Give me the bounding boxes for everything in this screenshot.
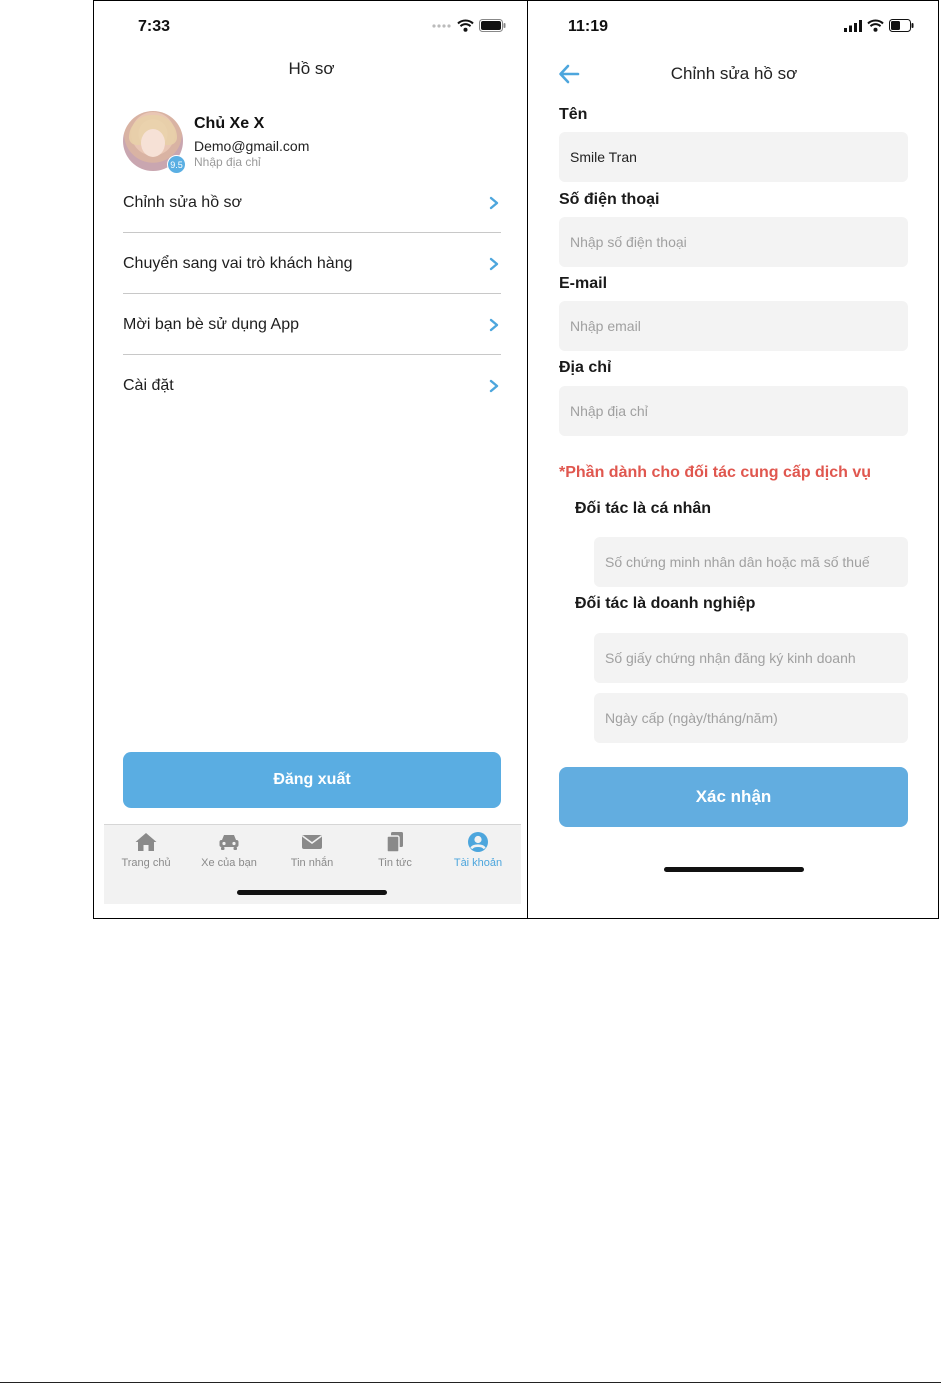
account-icon: [468, 832, 488, 852]
tab-your-car[interactable]: Xe của bạn: [189, 831, 269, 869]
id-number-field[interactable]: [594, 537, 908, 587]
chevron-right-icon: [489, 318, 499, 332]
menu-switch-role[interactable]: Chuyển sang vai trò khách hàng: [123, 239, 501, 289]
status-icons: [432, 19, 506, 32]
phone-field[interactable]: [559, 217, 908, 267]
documents-icon: [386, 832, 403, 853]
menu-settings[interactable]: Cài đặt: [123, 361, 501, 411]
status-bar: 7:33: [94, 1, 527, 51]
tab-label: Xe của bạn: [201, 857, 257, 869]
tab-label: Trang chủ: [121, 857, 171, 869]
profile-email: Demo@gmail.com: [194, 138, 310, 154]
menu-item-label: Chỉnh sửa hồ sơ: [123, 194, 243, 211]
rating-badge: 9.5: [167, 155, 186, 174]
profile-address: Nhập địa chỉ: [194, 155, 261, 169]
divider: [123, 354, 501, 355]
home-indicator: [664, 867, 804, 872]
status-icons: [844, 19, 914, 32]
logout-button[interactable]: Đăng xuất: [123, 752, 501, 808]
menu-invite-friends[interactable]: Mời bạn bè sử dụng App: [123, 300, 501, 350]
status-time: 11:19: [568, 18, 609, 35]
signal-icon: [844, 19, 862, 32]
car-icon: [219, 835, 239, 850]
confirm-button[interactable]: Xác nhận: [559, 767, 908, 827]
battery-icon: [889, 19, 914, 32]
tab-news[interactable]: Tin tức: [355, 831, 435, 869]
partner-section-note: *Phần dành cho đối tác cung cấp dịch vụ: [559, 464, 872, 481]
home-indicator: [237, 890, 387, 895]
status-bar: 11:19: [528, 1, 938, 51]
tab-label: Tin tức: [378, 857, 412, 869]
page-title: Hồ sơ: [288, 59, 335, 78]
tab-label: Tài khoản: [453, 857, 503, 869]
phone-label: Số điện thoại: [559, 191, 660, 208]
signal-icon: [432, 23, 451, 28]
business-partner-label: Đối tác là doanh nghiệp: [575, 595, 756, 612]
profile-name: Chủ Xe X: [194, 115, 265, 132]
page-divider: [0, 1382, 941, 1383]
menu-edit-profile[interactable]: Chỉnh sửa hồ sơ: [123, 178, 501, 228]
chevron-right-icon: [489, 379, 499, 393]
mail-icon: [302, 835, 322, 849]
menu-item-label: Chuyển sang vai trò khách hàng: [123, 255, 353, 272]
tab-bar: Trang chủ Xe của bạn Tin nhắn Tin tức Tà…: [104, 824, 521, 904]
issue-date-field[interactable]: [594, 693, 908, 743]
tab-label: Tin nhắn: [290, 857, 334, 869]
menu-item-label: Cài đặt: [123, 377, 174, 394]
chevron-right-icon: [489, 257, 499, 271]
wifi-icon: [457, 19, 474, 32]
menu-item-label: Mời bạn bè sử dụng App: [123, 316, 299, 333]
address-field[interactable]: [559, 386, 908, 436]
divider: [123, 293, 501, 294]
home-icon: [135, 833, 157, 851]
divider: [123, 232, 501, 233]
name-label: Tên: [559, 106, 588, 123]
profile-screen: 7:33 Hồ sơ 9.5 Chủ Xe X Demo@gmail.com N…: [93, 0, 528, 919]
edit-profile-screen: 11:19 Chỉnh sửa hồ sơ Tên Số điện thoại …: [527, 0, 939, 919]
business-license-field[interactable]: [594, 633, 908, 683]
tab-home[interactable]: Trang chủ: [106, 831, 186, 869]
individual-partner-label: Đối tác là cá nhân: [575, 500, 712, 517]
name-field[interactable]: [559, 132, 908, 182]
tab-account[interactable]: Tài khoản: [438, 831, 518, 869]
battery-icon: [479, 19, 506, 32]
email-label: E-mail: [559, 275, 608, 292]
wifi-icon: [867, 19, 884, 32]
tab-messages[interactable]: Tin nhắn: [272, 831, 352, 869]
chevron-right-icon: [489, 196, 499, 210]
address-label: Địa chỉ: [559, 359, 612, 376]
email-field[interactable]: [559, 301, 908, 351]
status-time: 7:33: [138, 18, 171, 35]
page-title: Chỉnh sửa hồ sơ: [670, 64, 798, 83]
